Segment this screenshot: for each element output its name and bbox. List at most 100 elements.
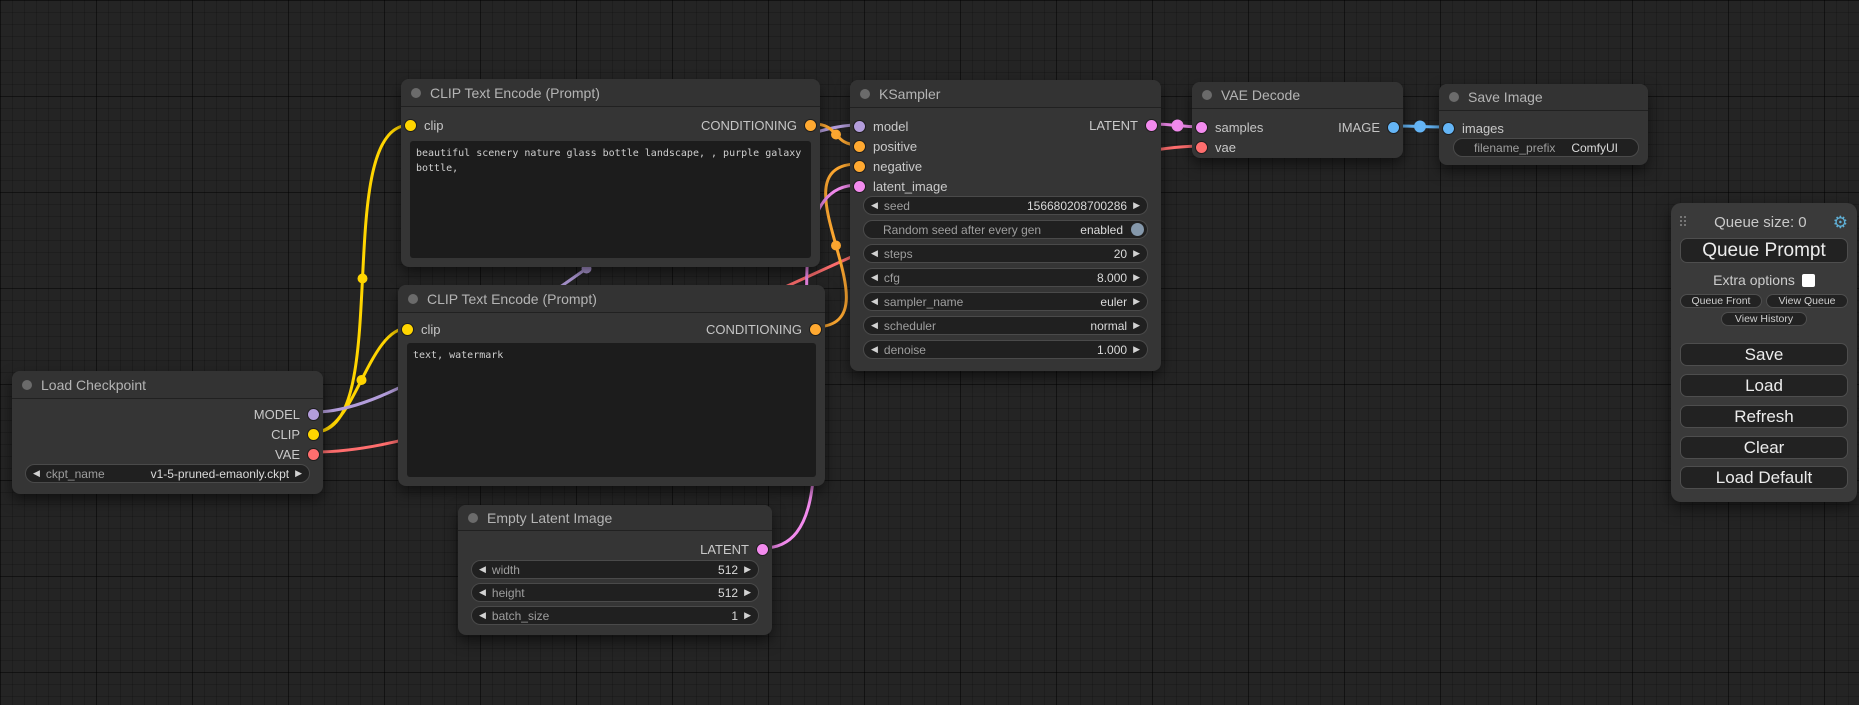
model-input-port[interactable]	[854, 121, 865, 132]
load-button[interactable]: Load	[1680, 374, 1848, 397]
vae-input-port[interactable]	[1196, 142, 1207, 153]
vae-output-label: VAE	[275, 447, 300, 462]
collapse-dot-icon[interactable]	[1202, 90, 1212, 100]
negative-input-port[interactable]	[854, 161, 865, 172]
view-history-button[interactable]: View History	[1721, 312, 1807, 326]
node-title-bar[interactable]: Save Image	[1439, 84, 1648, 111]
decrement-arrow-icon[interactable]: ◀	[479, 611, 486, 620]
collapse-dot-icon[interactable]	[408, 294, 418, 304]
toggle-knob[interactable]	[1131, 223, 1144, 236]
latent-image-input-port[interactable]	[854, 181, 865, 192]
node-title-bar[interactable]: Load Checkpoint	[12, 371, 323, 399]
node-ksampler[interactable]: KSampler model positive negative latent_…	[850, 80, 1161, 371]
node-title-bar[interactable]: CLIP Text Encode (Prompt)	[398, 285, 825, 313]
refresh-button[interactable]: Refresh	[1680, 405, 1848, 428]
decrement-arrow-icon[interactable]: ◀	[871, 273, 878, 282]
node-load-checkpoint[interactable]: Load Checkpoint MODEL CLIP VAE ◀ ckpt_na…	[12, 371, 323, 494]
increment-arrow-icon[interactable]: ▶	[295, 469, 302, 478]
scheduler-widget[interactable]: ◀ scheduler normal ▶	[863, 316, 1148, 335]
filename-prefix-widget[interactable]: filename_prefix ComfyUI	[1453, 138, 1639, 157]
conditioning-output-port[interactable]	[810, 324, 821, 335]
widget-name: sampler_name	[884, 295, 963, 309]
decrement-arrow-icon[interactable]: ◀	[871, 249, 878, 258]
comfyui-canvas[interactable]: Load Checkpoint MODEL CLIP VAE ◀ ckpt_na…	[0, 0, 1859, 705]
widget-value: 512	[718, 563, 738, 577]
latent-output-port[interactable]	[1146, 120, 1157, 131]
latent-output-port[interactable]	[757, 544, 768, 555]
widget-name: scheduler	[884, 319, 936, 333]
node-save-image[interactable]: Save Image images filename_prefix ComfyU…	[1439, 84, 1648, 165]
drag-handle-icon[interactable]	[1680, 216, 1688, 228]
height-widget[interactable]: ◀ height 512 ▶	[471, 583, 759, 602]
extra-options-label: Extra options	[1713, 272, 1795, 288]
widget-value: enabled	[1080, 223, 1123, 237]
model-output-port[interactable]	[308, 409, 319, 420]
widget-name: steps	[884, 247, 913, 261]
node-vae-decode[interactable]: VAE Decode samples IMAGE vae	[1192, 82, 1403, 158]
load-default-button[interactable]: Load Default	[1680, 466, 1848, 489]
node-title: CLIP Text Encode (Prompt)	[427, 291, 597, 307]
collapse-dot-icon[interactable]	[860, 89, 870, 99]
width-widget[interactable]: ◀ width 512 ▶	[471, 560, 759, 579]
clip-output-port[interactable]	[308, 429, 319, 440]
decrement-arrow-icon[interactable]: ◀	[871, 201, 878, 210]
queue-prompt-button[interactable]: Queue Prompt	[1680, 238, 1848, 263]
increment-arrow-icon[interactable]: ▶	[1133, 249, 1140, 258]
decrement-arrow-icon[interactable]: ◀	[479, 588, 486, 597]
collapse-dot-icon[interactable]	[22, 380, 32, 390]
positive-input-port[interactable]	[854, 141, 865, 152]
widget-name: cfg	[884, 271, 900, 285]
clip-input-port[interactable]	[405, 120, 416, 131]
decrement-arrow-icon[interactable]: ◀	[871, 297, 878, 306]
increment-arrow-icon[interactable]: ▶	[744, 565, 751, 574]
steps-widget[interactable]: ◀ steps 20 ▶	[863, 244, 1148, 263]
save-button[interactable]: Save	[1680, 343, 1848, 366]
vae-output-port[interactable]	[308, 449, 319, 460]
decrement-arrow-icon[interactable]: ◀	[33, 469, 40, 478]
seed-widget[interactable]: ◀ seed 156680208700286 ▶	[863, 196, 1148, 215]
samples-input-port[interactable]	[1196, 122, 1207, 133]
clear-button[interactable]: Clear	[1680, 436, 1848, 459]
collapse-dot-icon[interactable]	[468, 513, 478, 523]
images-input-port[interactable]	[1443, 123, 1454, 134]
image-output-label: IMAGE	[1338, 120, 1380, 135]
sampler-name-widget[interactable]: ◀ sampler_name euler ▶	[863, 292, 1148, 311]
increment-arrow-icon[interactable]: ▶	[1133, 345, 1140, 354]
negative-prompt-textarea[interactable]: text, watermark	[407, 343, 816, 477]
cfg-widget[interactable]: ◀ cfg 8.000 ▶	[863, 268, 1148, 287]
ckpt-name-widget[interactable]: ◀ ckpt_name v1-5-pruned-emaonly.ckpt ▶	[25, 464, 310, 483]
settings-gear-icon[interactable]: ⚙	[1833, 214, 1848, 231]
queue-front-button[interactable]: Queue Front	[1680, 294, 1762, 308]
increment-arrow-icon[interactable]: ▶	[1133, 321, 1140, 330]
node-title-bar[interactable]: Empty Latent Image	[458, 505, 772, 531]
batch-size-widget[interactable]: ◀ batch_size 1 ▶	[471, 606, 759, 625]
widget-name: filename_prefix	[1474, 141, 1555, 155]
node-empty-latent-image[interactable]: Empty Latent Image LATENT ◀ width 512 ▶ …	[458, 505, 772, 635]
image-output-port[interactable]	[1388, 122, 1399, 133]
collapse-dot-icon[interactable]	[1449, 92, 1459, 102]
node-title-bar[interactable]: KSampler	[850, 80, 1161, 108]
increment-arrow-icon[interactable]: ▶	[1133, 297, 1140, 306]
collapse-dot-icon[interactable]	[411, 88, 421, 98]
denoise-widget[interactable]: ◀ denoise 1.000 ▶	[863, 340, 1148, 359]
node-clip-text-encode-positive[interactable]: CLIP Text Encode (Prompt) clip CONDITION…	[401, 79, 820, 267]
decrement-arrow-icon[interactable]: ◀	[871, 321, 878, 330]
extra-options-checkbox[interactable]	[1802, 274, 1815, 287]
increment-arrow-icon[interactable]: ▶	[1133, 201, 1140, 210]
positive-prompt-textarea[interactable]: beautiful scenery nature glass bottle la…	[410, 141, 811, 258]
decrement-arrow-icon[interactable]: ◀	[871, 345, 878, 354]
link-midpoint-dot	[358, 274, 368, 284]
node-title-bar[interactable]: VAE Decode	[1192, 82, 1403, 109]
view-queue-button[interactable]: View Queue	[1766, 294, 1848, 308]
clip-input-port[interactable]	[402, 324, 413, 335]
increment-arrow-icon[interactable]: ▶	[744, 588, 751, 597]
widget-name: width	[492, 563, 520, 577]
increment-arrow-icon[interactable]: ▶	[1133, 273, 1140, 282]
output-row-vae: VAE	[12, 444, 323, 464]
conditioning-output-port[interactable]	[805, 120, 816, 131]
decrement-arrow-icon[interactable]: ◀	[479, 565, 486, 574]
node-clip-text-encode-negative[interactable]: CLIP Text Encode (Prompt) clip CONDITION…	[398, 285, 825, 486]
random-seed-toggle-widget[interactable]: Random seed after every gen enabled	[863, 220, 1148, 239]
node-title-bar[interactable]: CLIP Text Encode (Prompt)	[401, 79, 820, 107]
increment-arrow-icon[interactable]: ▶	[744, 611, 751, 620]
